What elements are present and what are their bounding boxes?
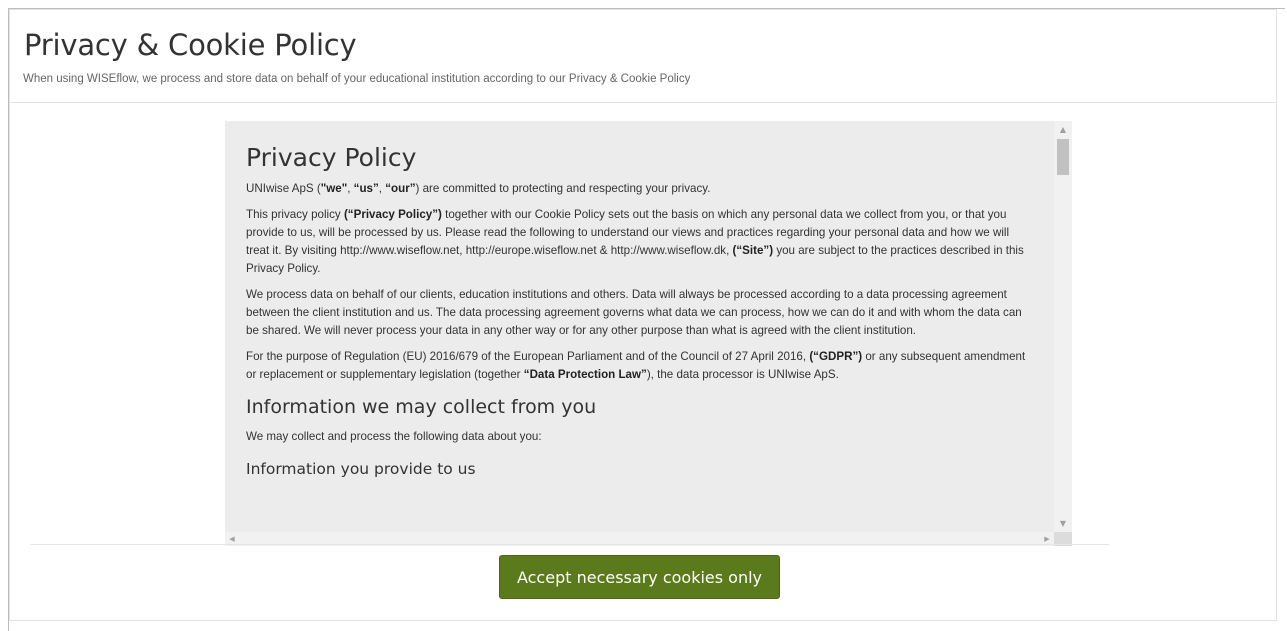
privacy-cookie-modal: Privacy & Cookie Policy When using WISEf… (9, 9, 1277, 621)
accept-necessary-cookies-button[interactable]: Accept necessary cookies only (499, 555, 780, 599)
policy-paragraph-intro: UNIwise ApS ("we", “us”, “our”) are comm… (246, 180, 1034, 198)
text-segment: For the purpose of Regulation (EU) 2016/… (246, 350, 810, 363)
bold-term: "we" (320, 182, 348, 195)
policy-document-content: Privacy Policy UNIwise ApS ("we", “us”, … (225, 121, 1054, 532)
bold-term: (“Site”) (732, 244, 774, 257)
policy-paragraph-collect: We may collect and process the following… (246, 430, 542, 443)
bold-term: (“Privacy Policy”) (343, 208, 442, 221)
text-segment: UNIwise ApS ( (246, 182, 321, 195)
bold-term: “our” (385, 182, 416, 195)
policy-paragraph-processing: We process data on behalf of our clients… (246, 288, 1022, 337)
bold-term: “us” (353, 182, 379, 195)
text-segment: This privacy policy (246, 208, 344, 221)
footer-divider (30, 544, 1109, 545)
bold-term: (“GDPR”) (809, 350, 863, 363)
scroll-down-arrow-icon[interactable]: ▼ (1054, 515, 1072, 532)
text-segment: ) are committed to protecting and respec… (415, 182, 711, 195)
policy-document-frame[interactable]: Privacy Policy UNIwise ApS ("we", “us”, … (225, 121, 1072, 546)
scroll-up-arrow-icon[interactable]: ▲ (1054, 121, 1072, 138)
page-subtitle: When using WISEflow, we process and stor… (23, 73, 691, 85)
modal-header: Privacy & Cookie Policy When using WISEf… (10, 10, 1276, 103)
vertical-scrollbar[interactable]: ▲ ▼ (1054, 121, 1072, 532)
policy-paragraph-scope: This privacy policy (“Privacy Policy”) t… (246, 206, 1034, 278)
page-title: Privacy & Cookie Policy (24, 28, 357, 62)
policy-paragraph-gdpr: For the purpose of Regulation (EU) 2016/… (246, 348, 1034, 384)
subsection-heading-information-provided: Information you provide to us (246, 460, 476, 478)
policy-heading: Privacy Policy (246, 143, 417, 172)
bold-term: “Data Protection Law” (523, 368, 647, 381)
section-heading-information-collected: Information we may collect from you (246, 396, 597, 418)
text-segment: ), the data processor is UNIwise ApS. (646, 368, 839, 381)
vertical-scroll-thumb[interactable] (1057, 139, 1069, 175)
